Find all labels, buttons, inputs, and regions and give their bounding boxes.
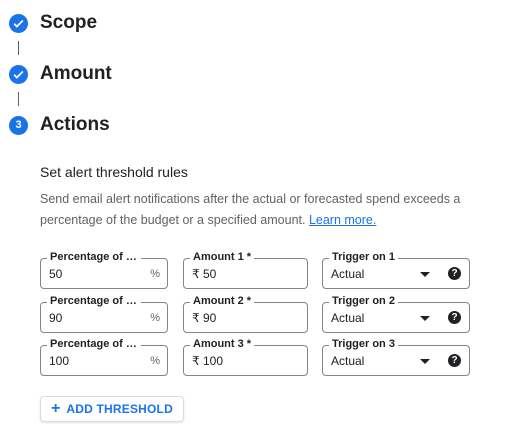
field-value: ₹ 100 — [192, 354, 223, 368]
section-description: Send email alert notifications after the… — [40, 189, 510, 231]
percentage-field[interactable]: Percentage of bu... 90 % — [40, 295, 168, 333]
field-label: Trigger on 3 — [329, 338, 398, 350]
field-value: 100 — [49, 354, 70, 368]
field-label: Percentage of bu... — [47, 295, 141, 307]
add-threshold-label: ADD THRESHOLD — [66, 402, 173, 416]
step-title: Amount — [40, 63, 112, 84]
amount-field[interactable]: Amount 3 * ₹ 100 — [183, 338, 308, 376]
step-amount[interactable]: Amount — [9, 61, 112, 87]
step-number-badge: 3 — [9, 115, 28, 135]
trigger-select[interactable]: Trigger on 2 Actual ? — [322, 295, 470, 333]
percentage-field[interactable]: Percentage of bu... 50 % — [40, 251, 168, 289]
amount-field[interactable]: Amount 1 * ₹ 50 — [183, 251, 308, 289]
field-label: Amount 2 * — [190, 295, 255, 307]
selected-value: Actual — [331, 311, 365, 325]
field-value: ₹ 90 — [192, 311, 217, 325]
field-label: Trigger on 1 — [329, 251, 398, 263]
selected-value: Actual — [331, 354, 365, 368]
trigger-select[interactable]: Trigger on 3 Actual ? — [322, 338, 470, 376]
step-connector — [18, 41, 19, 55]
check-icon — [9, 13, 28, 33]
caret-down-icon — [420, 359, 430, 364]
plus-icon: + — [51, 400, 61, 417]
caret-down-icon — [420, 316, 430, 321]
help-icon[interactable]: ? — [448, 311, 461, 324]
field-value: 50 — [49, 267, 63, 281]
add-threshold-button[interactable]: + ADD THRESHOLD — [40, 396, 184, 422]
percent-suffix: % — [150, 355, 160, 367]
field-label: Percentage of bu... — [47, 251, 141, 263]
field-label: Percentage of bu... — [47, 338, 141, 350]
field-value: 90 — [49, 311, 63, 325]
section-title: Set alert threshold rules — [40, 164, 188, 180]
step-scope[interactable]: Scope — [9, 10, 97, 36]
check-icon — [9, 64, 28, 84]
caret-down-icon — [420, 272, 430, 277]
percent-suffix: % — [150, 268, 160, 280]
selected-value: Actual — [331, 267, 365, 281]
step-title: Actions — [40, 114, 110, 135]
field-label: Amount 3 * — [190, 338, 255, 350]
percent-suffix: % — [150, 312, 160, 324]
help-icon[interactable]: ? — [448, 354, 461, 367]
step-connector — [18, 92, 19, 106]
percentage-field[interactable]: Percentage of bu... 100 % — [40, 338, 168, 376]
learn-more-link[interactable]: Learn more. — [309, 213, 376, 227]
step-actions[interactable]: 3 Actions — [9, 112, 110, 138]
field-label: Amount 1 * — [190, 251, 255, 263]
trigger-select[interactable]: Trigger on 1 Actual ? — [322, 251, 470, 289]
help-icon[interactable]: ? — [448, 267, 461, 280]
field-label: Trigger on 2 — [329, 295, 398, 307]
field-value: ₹ 50 — [192, 267, 217, 281]
description-text: Send email alert notifications after the… — [40, 192, 461, 227]
amount-field[interactable]: Amount 2 * ₹ 90 — [183, 295, 308, 333]
step-title: Scope — [40, 12, 98, 33]
